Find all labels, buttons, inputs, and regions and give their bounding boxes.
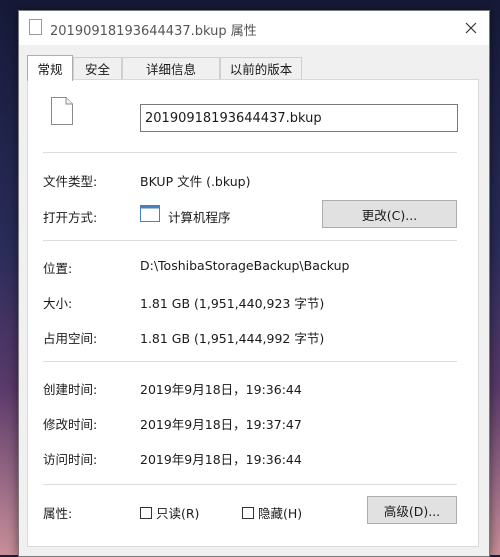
tab-security-label: 安全 — [84, 62, 110, 77]
created-value: 2019年9月18日，19:36:44 — [140, 382, 302, 397]
tab-previous-versions[interactable]: 以前的版本 — [220, 57, 302, 79]
document-icon — [51, 97, 73, 125]
advanced-button[interactable]: 高级(D)... — [367, 496, 457, 524]
divider — [43, 361, 457, 362]
tab-details[interactable]: 详细信息 — [122, 57, 220, 79]
location-value: D:\ToshibaStorageBackup\Backup — [140, 258, 350, 273]
program-icon — [140, 205, 160, 222]
hidden-checkbox[interactable]: 隐藏(H) — [242, 503, 302, 522]
divider — [43, 484, 457, 485]
file-type-label: 文件类型: — [43, 174, 98, 189]
readonly-checkbox-box[interactable] — [140, 506, 152, 519]
title-bar[interactable]: 20190918193644437.bkup 属性 — [19, 11, 489, 45]
hidden-checkbox-box[interactable] — [242, 506, 254, 519]
file-icon — [29, 19, 42, 35]
close-icon — [465, 22, 477, 34]
filename-input[interactable] — [140, 104, 458, 132]
open-with-label: 打开方式: — [43, 210, 98, 225]
hidden-label: 隐藏(H) — [258, 506, 303, 521]
tab-previous-versions-label: 以前的版本 — [229, 62, 293, 77]
modified-label: 修改时间: — [43, 417, 98, 432]
properties-dialog: 20190918193644437.bkup 属性 常规 安全 详细信息 以前的… — [18, 10, 490, 557]
accessed-value: 2019年9月18日，19:36:44 — [140, 452, 302, 467]
divider — [43, 240, 457, 241]
size-on-disk-label: 占用空间: — [43, 331, 98, 346]
location-label: 位置: — [43, 261, 73, 276]
window-title: 20190918193644437.bkup 属性 — [50, 24, 257, 39]
tab-details-label: 详细信息 — [145, 62, 196, 77]
tab-general[interactable]: 常规 — [27, 55, 73, 81]
general-panel: 文件类型: BKUP 文件 (.bkup) 打开方式: 计算机程序 更改(C).… — [27, 79, 479, 547]
file-type-value: BKUP 文件 (.bkup) — [140, 174, 251, 189]
advanced-button-label: 高级(D)... — [383, 503, 441, 519]
attributes-label: 属性: — [43, 506, 73, 521]
tab-general-label: 常规 — [37, 62, 63, 77]
size-on-disk-value: 1.81 GB (1,951,444,992 字节) — [140, 331, 325, 346]
tab-strip: 常规 安全 详细信息 以前的版本 — [27, 55, 479, 81]
open-with-value: 计算机程序 — [168, 210, 231, 225]
modified-value: 2019年9月18日，19:37:47 — [140, 417, 302, 432]
divider — [43, 152, 457, 153]
size-label: 大小: — [43, 296, 73, 311]
close-button[interactable] — [453, 11, 489, 45]
readonly-checkbox[interactable]: 只读(R) — [140, 503, 199, 522]
tab-security[interactable]: 安全 — [73, 57, 122, 79]
created-label: 创建时间: — [43, 382, 98, 397]
change-button[interactable]: 更改(C)... — [322, 200, 457, 228]
accessed-label: 访问时间: — [43, 452, 98, 467]
readonly-label: 只读(R) — [156, 506, 200, 521]
size-value: 1.81 GB (1,951,440,923 字节) — [140, 296, 325, 311]
change-button-label: 更改(C)... — [361, 207, 418, 223]
